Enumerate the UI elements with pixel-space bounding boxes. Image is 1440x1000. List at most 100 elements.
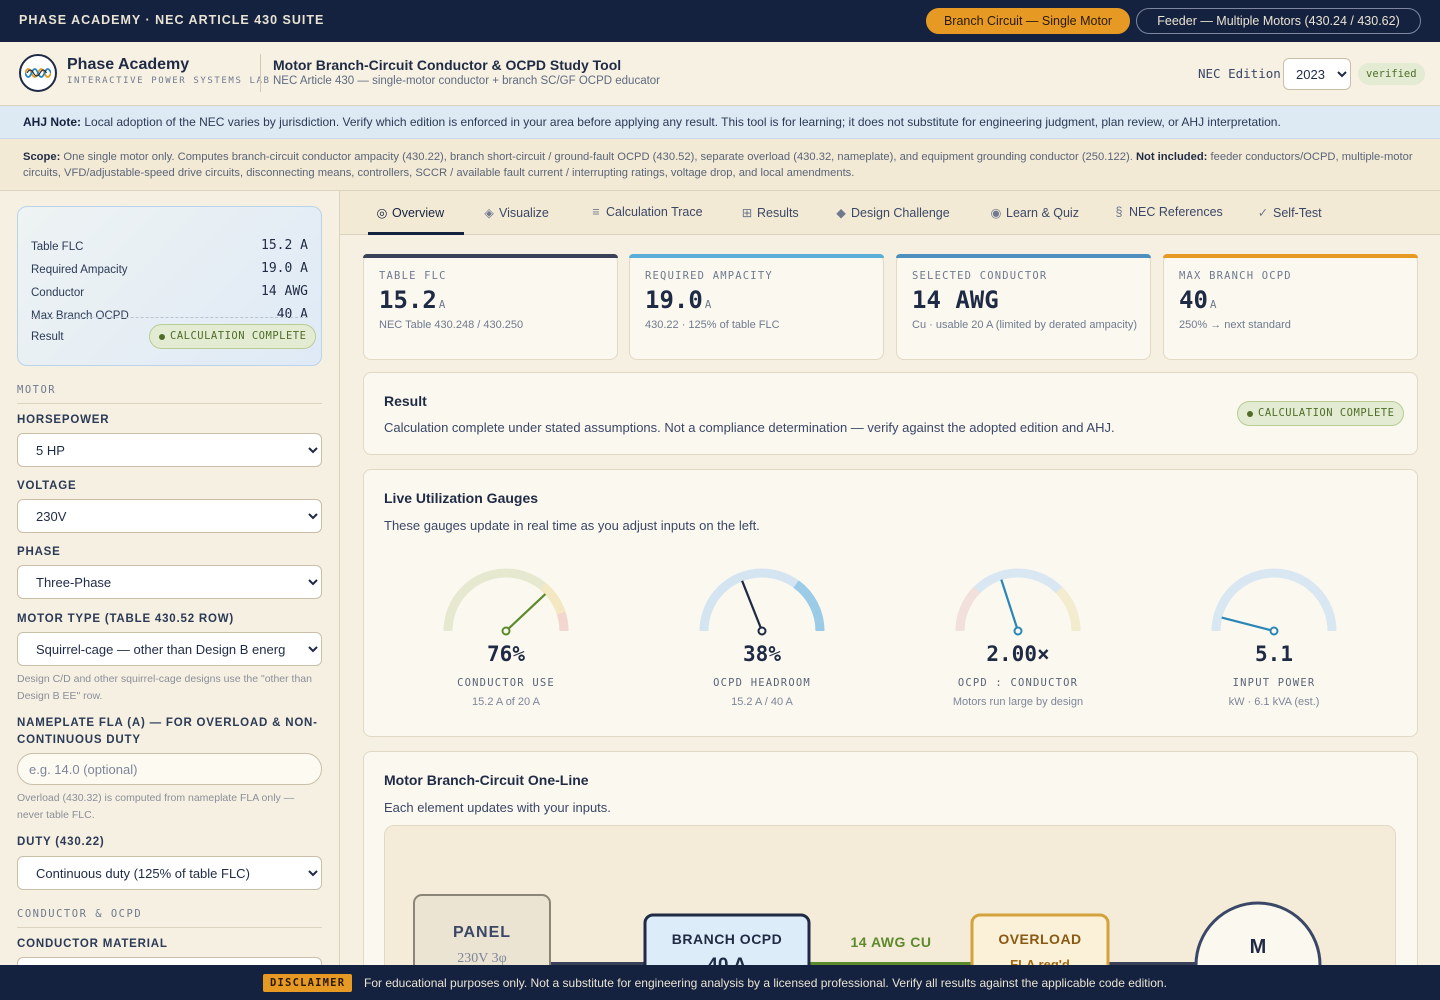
motor-type-label: MOTOR TYPE (TABLE 430.52 ROW) — [17, 613, 235, 625]
voltage-select[interactable]: 230V — [17, 499, 322, 533]
oneline-diagram: PANEL 230V 3φ BRANCH OCPD 40 A 14 AWG CU… — [384, 825, 1396, 965]
conductor-label: 14 AWG CU — [851, 934, 932, 950]
section-divider — [17, 403, 322, 404]
stat-number: 19.0 — [645, 286, 703, 314]
gauge-subtext: Motors run large by design — [952, 696, 1084, 708]
result-status-badge: CALCULATION COMPLETE — [1237, 401, 1405, 426]
gauge-low-band — [955, 586, 981, 632]
summary-row: Max Branch OCPD 40 A — [31, 306, 308, 326]
radio-icon: ◉ — [990, 206, 1002, 220]
gauge-value: 38% — [743, 642, 781, 666]
check-icon: ✓ — [1257, 206, 1269, 220]
motor-type-select[interactable]: Squirrel-cage — other than Design B ener… — [17, 632, 322, 666]
stat-label: SELECTED CONDUCTOR — [912, 270, 1048, 282]
gauge-subtext: kW · 6.1 kVA (est.) — [1228, 696, 1320, 708]
duty-label: DUTY (430.22) — [17, 836, 105, 848]
tab-label: Self-Test — [1273, 206, 1322, 220]
gauge-high-band — [793, 580, 825, 632]
tab-label: Design Challenge — [851, 206, 950, 220]
gauge-hub — [1269, 626, 1279, 636]
summary-value: 40 A — [276, 307, 308, 322]
nameplate-fla-help: Overload (430.32) is computed from namep… — [17, 792, 295, 821]
tab-label: NEC References — [1129, 205, 1223, 219]
edition-select[interactable]: 2023 — [1283, 58, 1351, 90]
ahj-note-label: AHJ Note: — [23, 115, 82, 129]
stat-number: 14 AWG — [912, 286, 999, 314]
summary-label: Required Ampacity — [31, 264, 128, 276]
duty-select[interactable]: Continuous duty (125% of table FLC) — [17, 856, 322, 890]
gauge-hub — [501, 626, 511, 636]
gauges-desc: These gauges update in real time as you … — [384, 518, 760, 533]
tab-calculation-trace[interactable]: ≡ Calculation Trace — [588, 205, 703, 235]
horsepower-select[interactable]: 5 HP — [17, 433, 322, 467]
main-content: ◎ Overview ◈ Visualize ≡ Calculation Trace … — [340, 191, 1440, 965]
tab-results[interactable]: ⊞ Results — [739, 205, 799, 235]
phase-label: PHASE — [17, 546, 61, 558]
mode-feeder-button[interactable]: Feeder — Multiple Motors (430.24 / 430.6… — [1136, 8, 1421, 34]
gauge-track — [955, 568, 1081, 632]
target-icon: ◎ — [376, 206, 388, 220]
gauge-conductor-use: 76% CONDUCTOR USE 15.2 A of 20 A — [416, 566, 596, 716]
stat-number: 40 — [1179, 286, 1208, 314]
branch-ocpd-label: BRANCH OCPD — [672, 931, 783, 947]
tab-visualize[interactable]: ◈ Visualize — [481, 205, 549, 235]
gauge-high-band — [1055, 586, 1081, 632]
conductor-material-label: CONDUCTOR MATERIAL — [17, 938, 168, 950]
gauge-subtext: 15.2 A / 40 A — [731, 696, 793, 708]
tab-self-test[interactable]: ✓ Self-Test — [1255, 205, 1322, 235]
tab-label: Visualize — [499, 206, 549, 220]
stat-subtext: 430.22 · 125% of table FLC — [645, 319, 780, 331]
gauge-needle — [505, 593, 547, 632]
diamond-icon: ◈ — [484, 206, 494, 220]
gauge-dial — [699, 568, 825, 636]
section-icon: § — [1115, 205, 1123, 219]
summary-row: Table FLC 15.2 A — [31, 237, 308, 257]
summary-card: Table FLC 15.2 A Required Ampacity 19.0 … — [17, 206, 322, 366]
summary-label: Conductor — [31, 287, 85, 299]
conductor-material-select[interactable] — [17, 957, 322, 965]
gauge-dial — [443, 568, 569, 636]
mode-single-motor-button[interactable]: Branch Circuit — Single Motor — [926, 8, 1130, 34]
stat-subtext: 250% → next standard — [1179, 319, 1291, 331]
stat-value: 15.2 A — [379, 286, 445, 314]
tab-bar: ◎ Overview ◈ Visualize ≡ Calculation Trace … — [340, 191, 1440, 235]
scope-label: Scope: — [23, 151, 61, 163]
disclaimer-text: For educational purposes only. Not a sub… — [364, 976, 1167, 990]
gauge-track — [443, 568, 569, 632]
stat-label: REQUIRED AMPACITY — [645, 270, 773, 282]
panel-sub: 230V 3φ — [457, 951, 506, 965]
oneline-desc: Each element updates with your inputs. — [384, 800, 611, 815]
overload-sub: FLA req'd — [1010, 957, 1070, 965]
tab-label: Calculation Trace — [606, 205, 703, 219]
result-card: Result Calculation complete under stated… — [363, 372, 1418, 455]
gauge-value: 2.00× — [986, 642, 1050, 666]
summary-divider — [31, 317, 308, 318]
gauges-title: Live Utilization Gauges — [384, 490, 539, 506]
disclaimer-bar: DISCLAIMER For educational purposes only… — [0, 965, 1440, 1000]
gauge-hub — [1013, 626, 1023, 636]
gauge-subtext: 15.2 A of 20 A — [472, 696, 540, 708]
oneline-svg: PANEL 230V 3φ BRANCH OCPD 40 A 14 AWG CU… — [413, 894, 1322, 965]
nameplate-fla-input[interactable] — [17, 753, 322, 785]
gauge-track — [1211, 568, 1337, 632]
scope-note: Scope: One single motor only. Computes b… — [0, 139, 1440, 191]
scope-excluded-label: Not included: — [1135, 151, 1208, 163]
tab-nec-references[interactable]: § NEC References — [1111, 205, 1223, 235]
tab-overview[interactable]: ◎ Overview — [374, 205, 445, 235]
logo-title: Phase Academy — [67, 56, 190, 73]
gauge-dial — [1211, 568, 1337, 636]
gauge-label: OCPD HEADROOM — [713, 677, 811, 689]
tab-label: Learn & Quiz — [1006, 206, 1079, 220]
header-divider — [260, 54, 261, 92]
phase-select[interactable]: Three-Phase — [17, 565, 322, 599]
summary-row: Conductor 14 AWG — [31, 283, 308, 303]
stat-accent — [1163, 254, 1418, 258]
tab-design-challenge[interactable]: ◆ Design Challenge — [833, 205, 950, 235]
gauge-hub — [757, 626, 767, 636]
oneline-card: Motor Branch-Circuit One-Line Each eleme… — [363, 751, 1418, 965]
overload-label: OVERLOAD — [998, 931, 1081, 947]
stat-accent — [896, 254, 1151, 258]
stat-value: 19.0 A — [645, 286, 711, 314]
tab-learn-quiz[interactable]: ◉ Learn & Quiz — [988, 205, 1079, 235]
summary-label: Table FLC — [31, 241, 84, 253]
